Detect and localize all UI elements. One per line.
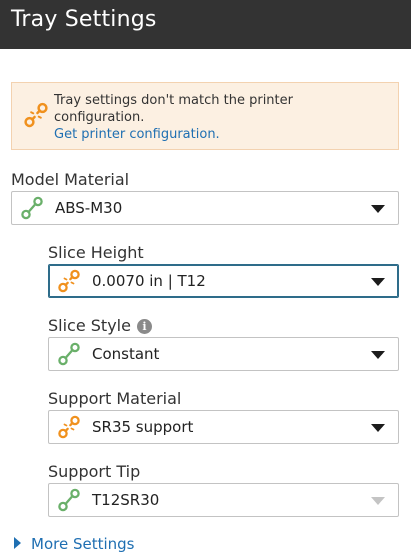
link-icon xyxy=(58,342,80,366)
chevron-down-icon xyxy=(371,278,385,286)
slice-height-label: Slice Height xyxy=(48,243,144,262)
model-material-value: ABS-M30 xyxy=(55,199,123,217)
slice-style-label-row: Slice Style i xyxy=(48,316,152,335)
support-material-value: SR35 support xyxy=(92,418,194,436)
link-broken-icon xyxy=(58,269,80,293)
header-bar: Tray Settings xyxy=(0,0,411,49)
chevron-down-icon xyxy=(371,351,385,359)
slice-height-select[interactable]: 0.0070 in | T12 xyxy=(48,264,399,298)
model-material-label: Model Material xyxy=(11,170,130,189)
link-broken-icon xyxy=(24,102,48,128)
model-material-select[interactable]: ABS-M30 xyxy=(11,191,399,225)
support-material-select[interactable]: SR35 support xyxy=(48,410,399,444)
config-mismatch-alert: Tray settings don't match the printer co… xyxy=(11,82,399,150)
support-tip-label: Support Tip xyxy=(48,462,141,481)
slice-style-value: Constant xyxy=(92,345,160,363)
more-settings-toggle[interactable]: More Settings xyxy=(14,535,134,553)
chevron-down-icon xyxy=(371,205,385,213)
support-material-label: Support Material xyxy=(48,389,182,408)
slice-style-select[interactable]: Constant xyxy=(48,337,399,371)
chevron-right-icon xyxy=(14,537,21,549)
more-settings-label: More Settings xyxy=(31,535,135,553)
slice-style-label: Slice Style xyxy=(48,316,131,335)
link-icon xyxy=(58,488,80,512)
page-title: Tray Settings xyxy=(11,7,157,32)
alert-message: Tray settings don't match the printer co… xyxy=(54,93,293,125)
chevron-down-icon xyxy=(371,497,385,505)
get-printer-config-link[interactable]: Get printer configuration. xyxy=(54,126,384,143)
info-icon[interactable]: i xyxy=(136,319,152,334)
support-tip-select[interactable]: T12SR30 xyxy=(48,483,399,517)
support-tip-value: T12SR30 xyxy=(92,491,160,509)
slice-height-value: 0.0070 in | T12 xyxy=(92,272,206,290)
link-icon xyxy=(21,196,43,220)
chevron-down-icon xyxy=(371,424,385,432)
link-broken-icon xyxy=(58,415,80,439)
